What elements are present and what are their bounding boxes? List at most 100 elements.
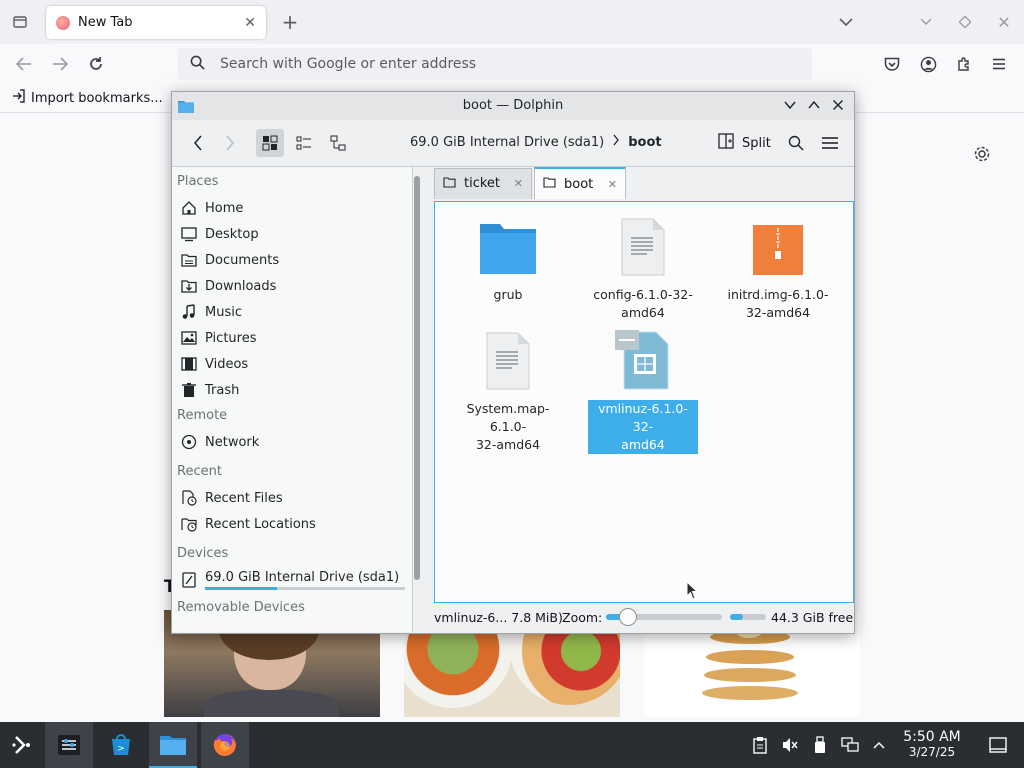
sidebar-item-recent-files[interactable]: Recent Files bbox=[172, 485, 412, 511]
close-tab-boot-icon[interactable]: ✕ bbox=[608, 178, 617, 191]
tab-boot[interactable]: boot ✕ bbox=[534, 167, 626, 199]
digital-clock[interactable]: 5:50 AM 3/27/25 bbox=[896, 722, 968, 768]
removable-section-title: Removable Devices bbox=[177, 600, 305, 615]
zoom-label: Zoom: bbox=[562, 610, 603, 625]
account-icon[interactable] bbox=[914, 50, 942, 78]
details-view-button[interactable] bbox=[324, 129, 352, 157]
breadcrumb-drive[interactable]: 69.0 GiB Internal Drive (sda1) bbox=[410, 135, 604, 150]
close-tab-icon[interactable]: ✕ bbox=[244, 15, 256, 31]
app-menu-icon[interactable] bbox=[985, 50, 1013, 78]
sidebar-item-documents[interactable]: Documents bbox=[172, 247, 412, 273]
url-bar[interactable]: Search with Google or enter address bbox=[178, 48, 812, 80]
close-window-icon[interactable]: ✕ bbox=[990, 8, 1018, 36]
folder-tab-icon bbox=[543, 176, 556, 192]
firefox-tab-bar: New Tab ✕ + ✕ bbox=[0, 0, 1024, 44]
file-item[interactable]: vmlinuz-6.1.0-32- amd64 bbox=[588, 328, 698, 454]
pocket-icon[interactable] bbox=[878, 50, 906, 78]
maximize-icon[interactable] bbox=[951, 8, 979, 36]
tab-new-tab[interactable]: New Tab ✕ bbox=[46, 6, 266, 39]
url-input[interactable]: Search with Google or enter address bbox=[220, 56, 476, 72]
forward-icon[interactable] bbox=[46, 50, 74, 78]
search-files-icon[interactable] bbox=[782, 129, 810, 157]
sidebar-item-downloads[interactable]: Downloads bbox=[172, 273, 412, 299]
dolphin-task[interactable] bbox=[149, 722, 197, 768]
pictures-icon bbox=[180, 329, 198, 347]
minimize-icon[interactable] bbox=[912, 8, 940, 36]
sidebar-item-pictures[interactable]: Pictures bbox=[172, 325, 412, 351]
tab-ticket-label: ticket bbox=[464, 176, 501, 191]
sidebar-item-recent-locations[interactable]: Recent Locations bbox=[172, 511, 412, 537]
sidebar-item-home[interactable]: Home bbox=[172, 195, 412, 221]
hamburger-menu-icon[interactable] bbox=[816, 129, 844, 157]
breadcrumb-current[interactable]: boot bbox=[628, 135, 661, 150]
removable-device-icon[interactable] bbox=[808, 722, 832, 768]
file-item[interactable]: System.map-6.1.0- 32-amd64 bbox=[453, 328, 563, 454]
sidebar-item-videos[interactable]: Videos bbox=[172, 351, 412, 377]
show-desktop-icon[interactable] bbox=[984, 722, 1012, 768]
application-launcher-icon[interactable] bbox=[4, 722, 40, 768]
back-icon[interactable] bbox=[10, 50, 38, 78]
sidebar-scrollbar[interactable] bbox=[414, 176, 420, 580]
file-name: grub bbox=[493, 287, 523, 302]
archive-file-icon bbox=[723, 214, 833, 276]
sidebar-item-label: Network bbox=[205, 434, 260, 450]
places-panel: Places Home Desktop Documents Downloads Musi… bbox=[172, 167, 412, 632]
sidebar-item-label: Documents bbox=[205, 252, 280, 268]
tab-title: New Tab bbox=[78, 15, 133, 30]
sidebar-device-69-0-gib-internal-drive-sda1[interactable]: 69.0 GiB Internal Drive (sda1) bbox=[172, 567, 412, 593]
split-view-icon bbox=[718, 133, 734, 153]
network-icon bbox=[180, 433, 198, 451]
extensions-icon[interactable] bbox=[950, 50, 978, 78]
sidebar-item-label: Recent Locations bbox=[205, 516, 316, 532]
zoom-slider[interactable] bbox=[606, 608, 722, 626]
sidebar-item-network[interactable]: Network bbox=[172, 429, 412, 455]
tab-ticket[interactable]: ticket ✕ bbox=[434, 167, 532, 199]
drive-icon bbox=[180, 571, 198, 589]
show-hidden-tray-icon[interactable] bbox=[868, 722, 890, 768]
split-button[interactable]: Split bbox=[718, 133, 771, 153]
downloads-icon bbox=[180, 277, 198, 295]
sidebar-item-label: Videos bbox=[205, 356, 249, 372]
taskbar: > 5:50 AM 3/27/25 bbox=[0, 722, 1024, 768]
panel-divider[interactable] bbox=[412, 167, 413, 632]
new-tab-button[interactable]: + bbox=[276, 8, 304, 36]
icons-view-button[interactable] bbox=[256, 129, 284, 157]
zoom-slider-handle[interactable] bbox=[618, 608, 637, 626]
sidebar-item-label: Downloads bbox=[205, 278, 277, 294]
tab-boot-label: boot bbox=[564, 176, 594, 192]
dolphin-tabs: ticket ✕ boot ✕ bbox=[434, 167, 626, 199]
system-settings-task[interactable] bbox=[45, 722, 93, 768]
sidebar-item-trash[interactable]: Trash bbox=[172, 377, 412, 403]
file-view[interactable]: grub config-6.1.0-32- amd64 initrd.img-6.1.… bbox=[434, 201, 854, 603]
volume-muted-icon[interactable] bbox=[778, 722, 802, 768]
file-name: initrd.img-6.1.0- 32-amd64 bbox=[727, 287, 829, 320]
window-close-icon[interactable] bbox=[832, 99, 844, 115]
firefox-favicon-icon bbox=[56, 15, 70, 30]
reload-icon[interactable] bbox=[82, 50, 110, 78]
network-wired-icon[interactable] bbox=[838, 722, 862, 768]
sidebar-item-music[interactable]: Music bbox=[172, 299, 412, 325]
file-item[interactable]: config-6.1.0-32- amd64 bbox=[588, 214, 698, 322]
recent-section-title: Recent bbox=[177, 464, 222, 479]
discover-store-task[interactable]: > bbox=[97, 722, 145, 768]
file-item[interactable]: grub bbox=[453, 214, 563, 304]
go-back-icon[interactable] bbox=[184, 129, 212, 157]
import-bookmarks-button[interactable]: Import bookmarks... bbox=[12, 89, 163, 107]
text-file-icon bbox=[453, 328, 563, 390]
window-maximize-icon[interactable] bbox=[808, 99, 820, 115]
sidebar-item-desktop[interactable]: Desktop bbox=[172, 221, 412, 247]
go-forward-icon[interactable] bbox=[216, 129, 244, 157]
file-item[interactable]: initrd.img-6.1.0- 32-amd64 bbox=[723, 214, 833, 322]
clock-time: 5:50 AM bbox=[903, 729, 961, 745]
firefox-task[interactable] bbox=[201, 722, 249, 768]
clipboard-icon[interactable] bbox=[748, 722, 772, 768]
dolphin-window: boot — Dolphin 69.0 GiB Internal Drive (… bbox=[171, 91, 855, 634]
customize-settings-icon[interactable] bbox=[968, 140, 996, 168]
window-minimize-icon[interactable] bbox=[784, 99, 796, 115]
compact-view-button[interactable] bbox=[290, 129, 318, 157]
close-tab-ticket-icon[interactable]: ✕ bbox=[514, 177, 523, 190]
videos-icon bbox=[180, 355, 198, 373]
list-all-tabs-icon[interactable] bbox=[832, 8, 860, 36]
dolphin-title-bar[interactable]: boot — Dolphin bbox=[172, 92, 854, 120]
tab-list-icon[interactable] bbox=[6, 8, 34, 36]
